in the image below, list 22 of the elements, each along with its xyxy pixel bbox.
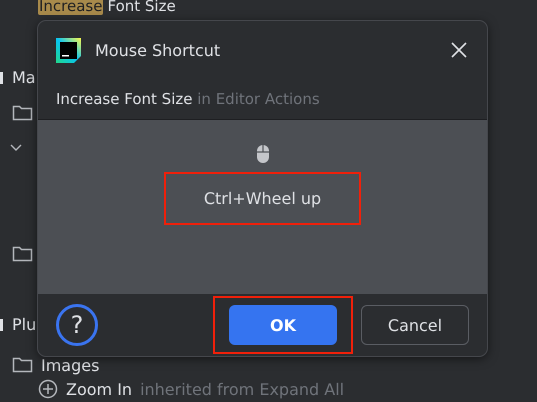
module-icon xyxy=(0,318,4,332)
folder-icon xyxy=(12,245,33,264)
shortcut-text: Ctrl+Wheel up xyxy=(204,189,322,208)
mouse-icon xyxy=(256,144,270,164)
app-logo-icon xyxy=(56,38,81,62)
inherited-note: inherited from Expand All xyxy=(140,380,344,399)
chevron-icon[interactable] xyxy=(10,144,22,152)
folder-icon xyxy=(12,104,33,122)
help-button[interactable]: ? xyxy=(56,304,98,346)
cancel-button[interactable]: Cancel xyxy=(361,305,469,345)
module-icon xyxy=(0,70,4,85)
tree-item-label: Plu xyxy=(12,315,36,334)
dialog-title: Mouse Shortcut xyxy=(95,40,222,60)
action-description: Increase Font Size in Editor Actions xyxy=(56,90,320,108)
action-label: Zoom In xyxy=(66,380,132,399)
folder-icon xyxy=(12,356,33,374)
tree-item-label: Ma xyxy=(12,68,36,88)
search-match-highlight: Increase xyxy=(38,0,104,15)
ok-button[interactable]: OK xyxy=(229,305,337,345)
tree-item-label: Images xyxy=(41,356,100,375)
plus-circle-icon xyxy=(38,379,58,400)
close-icon[interactable] xyxy=(449,40,469,60)
